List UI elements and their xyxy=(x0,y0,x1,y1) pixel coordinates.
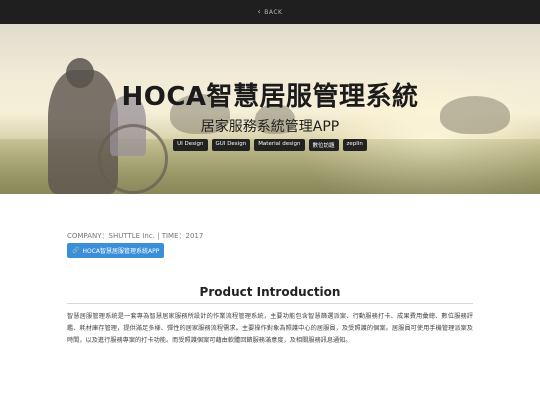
hero-banner: HOCA智慧居服管理系統 居家服務系統管理APP UI Design GUI D… xyxy=(0,24,540,194)
project-link-label: HOCA智慧居服管理系統APP xyxy=(82,248,160,255)
link-icon: 🔗 xyxy=(72,247,80,254)
project-link-button[interactable]: 🔗 HOCA智慧居服管理系統APP xyxy=(67,243,165,258)
tag: zeplin xyxy=(342,139,367,151)
tag-list: UI Design GUI Design Material design 數位訪… xyxy=(0,139,540,151)
tag: 數位訪題 xyxy=(308,139,339,151)
page-title: HOCA智慧居服管理系統 xyxy=(121,82,419,112)
page-subtitle: 居家服務系統管理APP xyxy=(200,119,340,135)
section-heading: Product Introduction xyxy=(199,285,341,299)
project-meta: COMPANY：SHUTTLE Inc. | TIME：2017 xyxy=(67,232,204,240)
chevron-left-icon: ‹ xyxy=(257,7,262,16)
intro-paragraph: 智慧居服管理系統是一套專為智慧居家服務所設計的作業流程管理系統，主要功能包含智慧… xyxy=(67,313,473,344)
back-label: BACK xyxy=(264,8,283,16)
tag: UI Design xyxy=(173,139,208,151)
section-divider xyxy=(67,303,473,304)
tag: Material design xyxy=(254,139,305,151)
top-bar: ‹ BACK xyxy=(0,0,540,24)
back-link[interactable]: ‹ BACK xyxy=(258,8,283,16)
tag: GUI Design xyxy=(211,139,251,151)
